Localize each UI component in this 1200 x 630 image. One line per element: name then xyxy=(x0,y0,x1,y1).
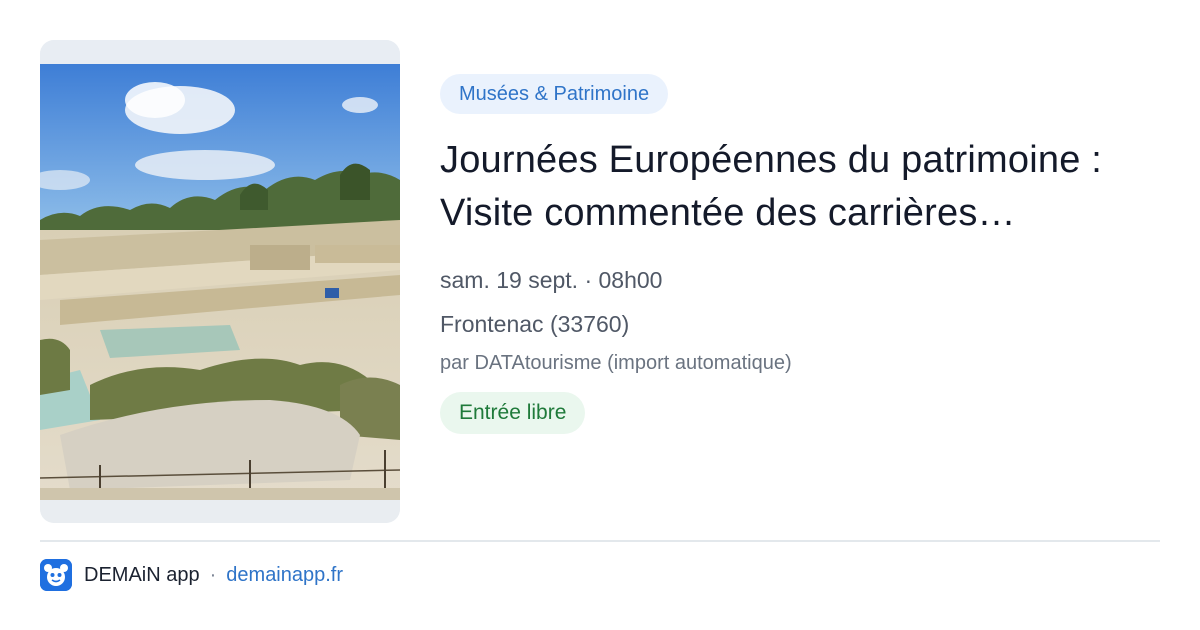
app-link[interactable]: demainapp.fr xyxy=(226,564,343,587)
event-date: sam. 19 sept. · 08h00 xyxy=(440,267,663,293)
event-image[interactable] xyxy=(40,40,400,523)
event-title[interactable]: Journées Européennes du patrimoine : Vis… xyxy=(440,134,1150,240)
event-location: Frontenac (33760) xyxy=(440,311,630,337)
footer-separator: · xyxy=(209,563,217,586)
price-badge: Entrée libre xyxy=(440,392,586,434)
category-badge[interactable]: Musées & Patrimoine xyxy=(440,74,669,114)
footer-divider xyxy=(40,540,1160,542)
event-author: par DATAtourisme (import automatique) xyxy=(440,352,792,374)
demain-mascot-icon xyxy=(40,559,72,591)
footer: DEMAiN app · demainapp.fr xyxy=(40,558,343,592)
quarry-landscape-photo xyxy=(40,40,400,523)
app-name: DEMAiN app xyxy=(84,563,200,586)
event-details: Musées & Patrimoine Journées Européennes… xyxy=(440,74,1160,434)
